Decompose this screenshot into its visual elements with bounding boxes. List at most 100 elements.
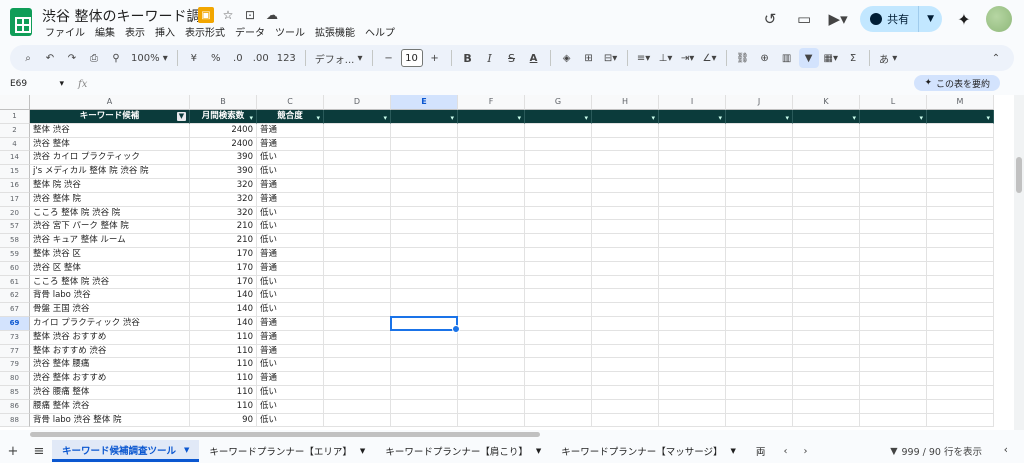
cell[interactable]: こころ 整体 院 渋谷 院 — [30, 206, 190, 221]
borders-icon[interactable]: ⊞ — [579, 48, 599, 68]
row-number[interactable]: 60 — [0, 261, 30, 276]
cell[interactable] — [793, 123, 860, 138]
cell[interactable] — [458, 303, 525, 317]
cell[interactable] — [726, 385, 793, 400]
column-header-e[interactable]: E — [391, 95, 458, 110]
cell[interactable] — [525, 275, 592, 290]
cell[interactable] — [927, 206, 994, 221]
move-folder-icon[interactable]: ⊡ — [242, 7, 258, 23]
cell[interactable] — [458, 192, 525, 207]
cell[interactable] — [525, 192, 592, 207]
currency-format-button[interactable]: ¥ — [184, 48, 204, 68]
header-cell[interactable]: キーワード候補 ▼ — [30, 110, 190, 124]
cell[interactable]: 210 — [190, 234, 257, 248]
cell[interactable] — [324, 344, 391, 359]
sheet-tab-4[interactable]: 両 — [746, 440, 776, 462]
cell[interactable] — [793, 261, 860, 276]
cell[interactable]: 140 — [190, 316, 257, 331]
cell[interactable] — [659, 303, 726, 317]
cell[interactable]: 90 — [190, 413, 257, 428]
cell[interactable]: 140 — [190, 289, 257, 304]
cell[interactable] — [391, 413, 458, 428]
cell[interactable]: 110 — [190, 358, 257, 373]
cell[interactable] — [860, 330, 927, 345]
menu-item-4[interactable]: 表示形式 — [180, 24, 230, 39]
cell[interactable] — [659, 220, 726, 235]
cell[interactable]: 普通 — [257, 344, 324, 359]
comments-icon[interactable]: ▭ — [792, 7, 816, 31]
row-count-status[interactable]: ▼ 999 / 90 行を表示 — [890, 444, 982, 459]
header-cell[interactable]: ▾ — [860, 110, 927, 124]
cell[interactable] — [793, 399, 860, 414]
cell[interactable]: 110 — [190, 330, 257, 345]
cell[interactable] — [391, 316, 458, 331]
row-number[interactable]: 79 — [0, 358, 30, 373]
cell[interactable] — [659, 330, 726, 345]
cell[interactable] — [592, 123, 659, 138]
menu-item-2[interactable]: 表示 — [120, 24, 150, 39]
header-cell[interactable]: ▾ — [927, 110, 994, 124]
paint-format-icon[interactable]: ⚲ — [106, 48, 126, 68]
cell[interactable]: 170 — [190, 261, 257, 276]
cell[interactable] — [659, 385, 726, 400]
cell[interactable] — [726, 413, 793, 428]
cell[interactable] — [525, 372, 592, 386]
header-cell[interactable]: ▾ — [659, 110, 726, 124]
cell[interactable] — [592, 289, 659, 304]
cell[interactable] — [927, 330, 994, 345]
cell[interactable] — [324, 372, 391, 386]
cell[interactable] — [391, 165, 458, 179]
cell[interactable] — [927, 178, 994, 193]
row-number[interactable]: 1 — [0, 110, 30, 124]
cell[interactable] — [659, 275, 726, 290]
filter-dropdown-icon[interactable]: ▼ — [177, 112, 186, 121]
cell[interactable]: 普通 — [257, 372, 324, 386]
cell[interactable]: 390 — [190, 151, 257, 166]
select-all-corner[interactable] — [0, 95, 30, 110]
cell[interactable] — [525, 358, 592, 373]
chevron-down-icon[interactable]: ▼ — [731, 447, 736, 455]
cell[interactable] — [927, 261, 994, 276]
cell[interactable] — [860, 220, 927, 235]
cell[interactable] — [927, 399, 994, 414]
column-header-h[interactable]: H — [592, 95, 659, 110]
font-select[interactable]: デフォ... ▾ — [312, 48, 366, 68]
cell[interactable] — [793, 178, 860, 193]
summarize-table-button[interactable]: ✦ この表を要約 — [914, 75, 1000, 91]
cell[interactable] — [927, 220, 994, 235]
row-number[interactable]: 77 — [0, 344, 30, 359]
sheet-tab-0[interactable]: キーワード候補調査ツール ▼ — [52, 440, 200, 462]
cell[interactable] — [659, 261, 726, 276]
cell[interactable] — [391, 358, 458, 373]
filter-dropdown-icon[interactable]: ▾ — [249, 112, 253, 123]
cell[interactable] — [592, 413, 659, 428]
cell[interactable] — [458, 344, 525, 359]
apps-script-badge-icon[interactable]: ▣ — [198, 7, 214, 23]
cell[interactable]: 普通 — [257, 316, 324, 331]
font-size-decrease-icon[interactable]: − — [379, 48, 399, 68]
cell[interactable]: 320 — [190, 206, 257, 221]
menu-item-6[interactable]: ツール — [270, 24, 310, 39]
cell[interactable] — [927, 165, 994, 179]
menu-item-1[interactable]: 編集 — [90, 24, 120, 39]
cell[interactable] — [659, 344, 726, 359]
cell[interactable] — [324, 165, 391, 179]
cell[interactable]: 普通 — [257, 192, 324, 207]
header-cell[interactable]: 競合度 ▾ — [257, 110, 324, 124]
cell[interactable] — [324, 413, 391, 428]
row-number[interactable]: 16 — [0, 178, 30, 193]
cell[interactable] — [458, 399, 525, 414]
cell[interactable] — [860, 137, 927, 152]
cell[interactable]: 渋谷 整体 おすすめ — [30, 372, 190, 386]
cell[interactable]: 普通 — [257, 137, 324, 152]
cell[interactable]: 低い — [257, 165, 324, 179]
cell[interactable] — [525, 261, 592, 276]
row-number[interactable]: 61 — [0, 275, 30, 290]
cell[interactable]: 低い — [257, 234, 324, 248]
cell[interactable] — [726, 220, 793, 235]
cell[interactable] — [793, 289, 860, 304]
cell[interactable]: 低い — [257, 289, 324, 304]
cell[interactable] — [525, 385, 592, 400]
cell[interactable] — [324, 289, 391, 304]
cell[interactable] — [659, 358, 726, 373]
